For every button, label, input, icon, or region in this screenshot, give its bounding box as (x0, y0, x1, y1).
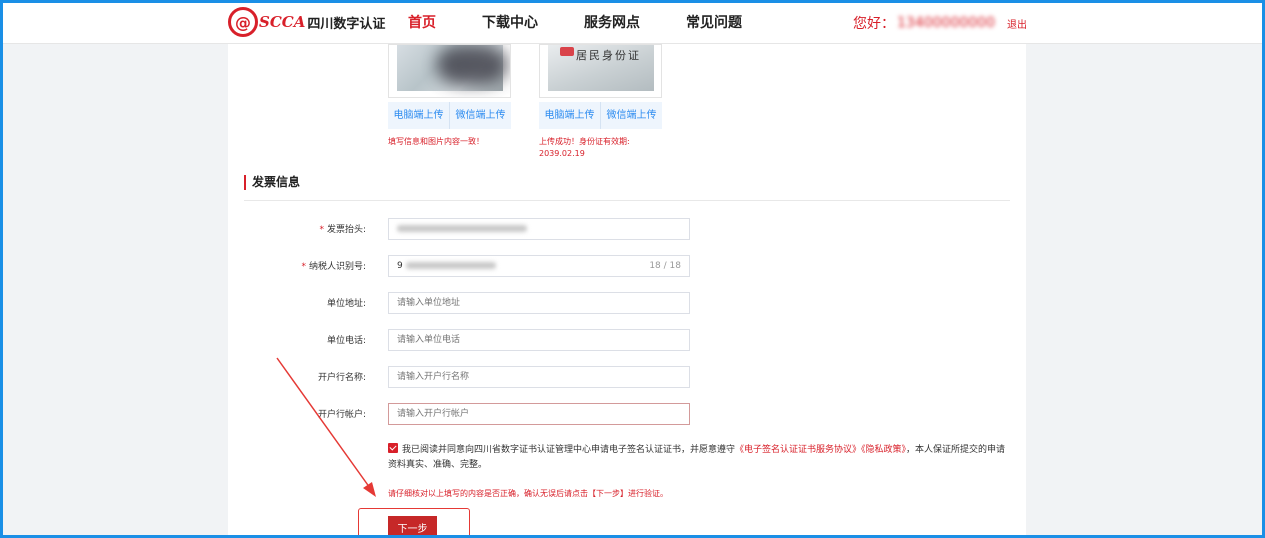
blurred-value (397, 225, 527, 232)
id-upload-actions-2: 电脑端上传 微信端上传 (539, 102, 662, 129)
service-agreement-link[interactable]: 《电子签名认证证书服务协议》 (735, 445, 861, 455)
company-phone-label: 单位电话: (326, 336, 366, 346)
blurred-value (405, 262, 496, 269)
id-upload-actions-1: 电脑端上传 微信端上传 (388, 102, 511, 129)
agreement-part1: 我已阅读并同意向四川省数字证书认证管理中心申请电子签名认证证书，并愿意遵守 (402, 445, 736, 455)
nav-faq[interactable]: 常见问题 (686, 12, 742, 32)
pc-upload-button[interactable]: 电脑端上传 (388, 102, 449, 129)
id-photo-back: 居民身份证 (539, 44, 662, 98)
invoice-title-label: * 发票抬头: (319, 225, 366, 235)
taxpayer-id-label: * 纳税人识别号: (301, 262, 366, 272)
user-phone: 13400000000 (897, 15, 995, 31)
company-address-input[interactable] (388, 292, 690, 314)
id-upload-hint-1: 填写信息和图片内容一致！ (388, 137, 484, 146)
logout-link[interactable]: 退出 (1007, 16, 1027, 31)
agreement-checkbox[interactable] (388, 443, 398, 453)
invoice-title-row: * 发票抬头: (228, 218, 1026, 240)
id-upload-hint-2: 上传成功！身份证有效期: 2039.02.19 (539, 136, 630, 160)
wechat-upload-button[interactable]: 微信端上传 (600, 102, 662, 129)
bank-name-row: 开户行名称: (228, 366, 1026, 388)
taxpayer-id-input[interactable]: 9 18 / 18 (388, 255, 690, 277)
next-step-button[interactable]: 下一步 (388, 516, 437, 538)
company-phone-row: 单位电话: (228, 329, 1026, 351)
agreement-text: 我已阅读并同意向四川省数字证书认证管理中心申请电子签名认证证书，并愿意遵守《电子… (388, 443, 1012, 473)
nav-service-outlets[interactable]: 服务网点 (584, 12, 640, 32)
logo-at-icon: @ (228, 7, 258, 37)
logo-brand: SCCA (259, 13, 306, 31)
id-photo-blur (437, 45, 507, 85)
main-nav: 首页 下载中心 服务网点 常见问题 (408, 12, 788, 32)
pc-upload-button[interactable]: 电脑端上传 (539, 102, 600, 129)
invoice-section-title: 发票信息 (244, 175, 300, 190)
id-photo-front (388, 44, 511, 98)
nav-download-center[interactable]: 下载中心 (482, 12, 538, 32)
wechat-upload-button[interactable]: 微信端上传 (449, 102, 511, 129)
emblem-icon (560, 47, 574, 56)
company-address-row: 单位地址: (228, 292, 1026, 314)
id-card-title: 居民身份证 (576, 49, 641, 62)
privacy-policy-link[interactable]: 《隐私政策》 (861, 445, 906, 455)
company-phone-input[interactable] (388, 329, 690, 351)
char-count: 18 / 18 (649, 261, 681, 271)
invoice-title-input[interactable] (388, 218, 690, 240)
content-card: 电脑端上传 微信端上传 填写信息和图片内容一致！ 居民身份证 电脑端上传 微信端… (228, 44, 1026, 538)
verify-notice: 请仔细核对以上填写的内容是否正确，确认无误后请点击【下一步】进行验证。 (388, 489, 668, 498)
logo-chinese-name: 四川数字认证 (307, 16, 386, 32)
id-photo-image: 居民身份证 (548, 45, 654, 91)
section-divider (244, 200, 1010, 201)
id-photo-image (397, 45, 507, 91)
taxpayer-id-row: * 纳税人识别号: 9 18 / 18 (228, 255, 1026, 277)
bank-name-label: 开户行名称: (317, 373, 366, 383)
user-greeting: 您好： 13400000000 退出 (853, 13, 1027, 33)
upload-success-text: 上传成功！身份证有效期: (539, 137, 630, 146)
top-header: @ SCCA 四川数字认证 首页 下载中心 服务网点 常见问题 您好： 1340… (0, 0, 1265, 44)
company-address-label: 单位地址: (326, 299, 366, 309)
bank-account-row: 开户行帐户: (228, 403, 1026, 425)
bank-account-label: 开户行帐户: (317, 410, 366, 420)
site-logo[interactable]: @ SCCA 四川数字认证 (228, 7, 385, 37)
bank-name-input[interactable] (388, 366, 690, 388)
greeting-label: 您好： (853, 16, 896, 32)
id-expiry-date: 2039.02.19 (539, 149, 585, 158)
bank-account-input[interactable] (388, 403, 690, 425)
nav-home[interactable]: 首页 (408, 12, 436, 32)
taxpayer-id-prefix: 9 (397, 261, 403, 271)
